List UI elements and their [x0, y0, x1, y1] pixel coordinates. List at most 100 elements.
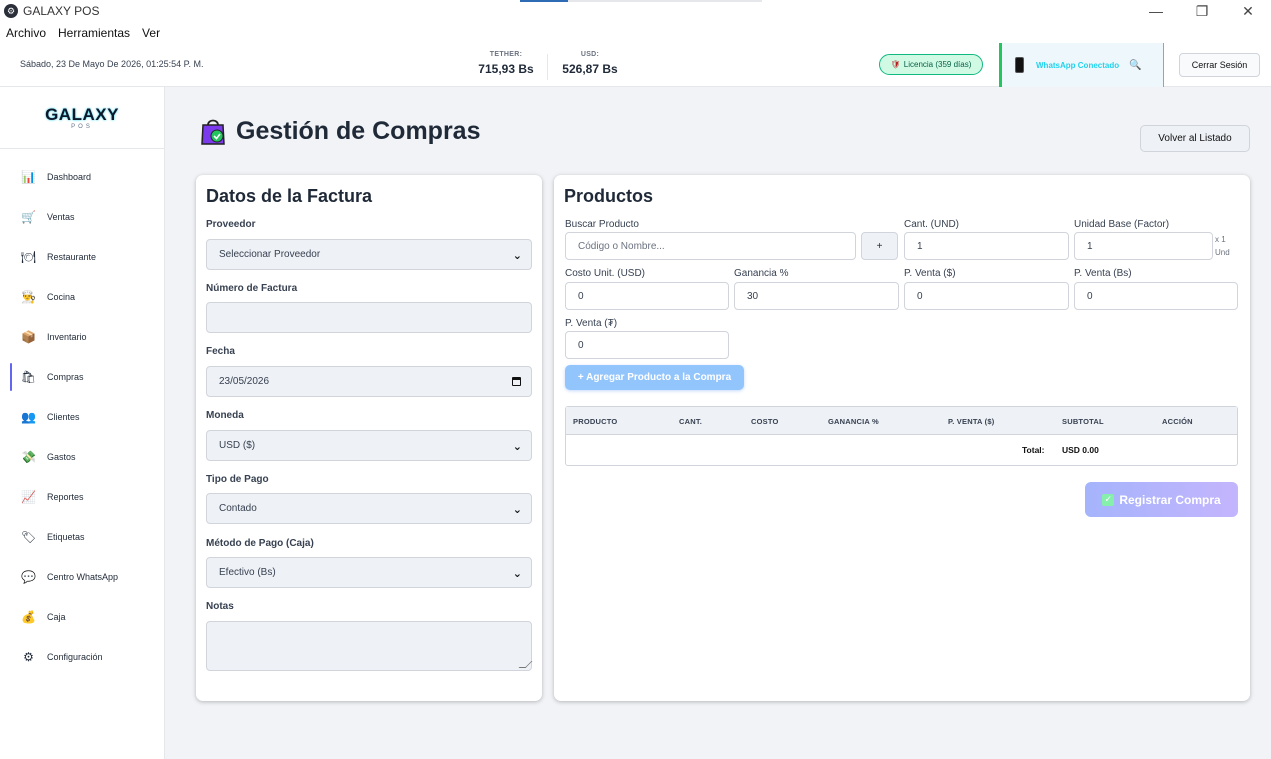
- products-title: Productos: [564, 186, 654, 206]
- maximize-button[interactable]: ❐: [1179, 0, 1225, 22]
- date-field[interactable]: 23/05/2026: [206, 366, 532, 397]
- whatsapp-status-text: WhatsApp Conectado: [1036, 60, 1120, 70]
- chevron-down-icon: ⌄: [512, 250, 522, 262]
- notes-textarea[interactable]: [206, 621, 533, 671]
- product-search-input[interactable]: Código o Nombre...: [565, 232, 856, 260]
- tether-value: 715,93 Bs: [478, 62, 534, 76]
- sidebar-item-ventas[interactable]: 🛒 Ventas: [0, 197, 164, 237]
- payment-method-value: Efectivo (Bs): [219, 567, 276, 578]
- unit-suffix: x 1 Und: [1215, 233, 1230, 259]
- title-bar: ⚙ GALAXY POS — ❐ ✕: [0, 0, 1271, 22]
- chevron-down-icon: ⌄: [512, 568, 522, 580]
- add-new-product-button[interactable]: +: [861, 232, 898, 260]
- payment-method-label: Método de Pago (Caja): [206, 538, 314, 549]
- chat-icon: 💬: [21, 570, 36, 584]
- menu-bar: Archivo Herramientas Ver: [0, 22, 1271, 44]
- app-icon: ⚙: [4, 4, 18, 18]
- sidebar-item-restaurante[interactable]: 🍽 Restaurante: [0, 237, 164, 277]
- sidebar-nav: 📊 Dashboard 🛒 Ventas 🍽 Restaurante 👨‍🍳 Cocin…: [0, 149, 164, 677]
- money-bag-icon: 💰: [21, 610, 36, 624]
- sidebar-item-label: Reportes: [47, 492, 84, 502]
- cost-input[interactable]: 0: [565, 282, 729, 310]
- currency-select[interactable]: USD ($) ⌄: [206, 430, 532, 461]
- usd-value: 526,87 Bs: [562, 62, 618, 76]
- close-button[interactable]: ✕: [1225, 0, 1271, 22]
- price-bs-input[interactable]: 0: [1074, 282, 1238, 310]
- base-unit-input[interactable]: 1: [1074, 232, 1213, 260]
- current-datetime: Sábado, 23 De Mayo De 2026, 01:25:54 P. …: [20, 59, 204, 69]
- sidebar-item-label: Compras: [47, 372, 84, 382]
- page-header: Gestión de Compras: [198, 116, 481, 146]
- sidebar-item-label: Cocina: [47, 292, 76, 302]
- supplier-value: Seleccionar Proveedor: [219, 249, 321, 260]
- chevron-down-icon: ⌄: [512, 504, 522, 516]
- supplier-select[interactable]: Seleccionar Proveedor ⌄: [206, 239, 532, 270]
- qty-input[interactable]: 1: [904, 232, 1069, 260]
- menu-herramientas[interactable]: Herramientas: [58, 26, 130, 40]
- phone-icon: [1015, 57, 1024, 73]
- payment-type-value: Contado: [219, 503, 257, 514]
- col-header: GANANCIA %: [828, 417, 879, 426]
- minimize-button[interactable]: —: [1133, 0, 1179, 22]
- sidebar-item-label: Gastos: [47, 452, 76, 462]
- resize-handle[interactable]: [518, 661, 533, 668]
- table-footer: Total: USD 0.00: [566, 435, 1237, 465]
- sidebar-item-centro-whatsapp[interactable]: 💬 Centro WhatsApp: [0, 557, 164, 597]
- payment-method-select[interactable]: Efectivo (Bs) ⌄: [206, 557, 532, 588]
- sidebar-item-label: Configuración: [47, 652, 103, 662]
- price-bs-label: P. Venta (Bs): [1074, 268, 1132, 279]
- chart-icon: 📊: [21, 170, 36, 184]
- profit-input[interactable]: 30: [734, 282, 899, 310]
- menu-ver[interactable]: Ver: [142, 26, 160, 40]
- qty-label: Cant. (UND): [904, 219, 960, 230]
- money-icon: 💸: [21, 450, 36, 464]
- menu-archivo[interactable]: Archivo: [6, 26, 46, 40]
- price-usd-input[interactable]: 0: [904, 282, 1069, 310]
- invoice-number-field[interactable]: [206, 302, 532, 333]
- col-header: COSTO: [751, 417, 779, 426]
- usd-label: USD:: [580, 51, 600, 58]
- sidebar-item-etiquetas[interactable]: 🏷 Etiquetas: [0, 517, 164, 557]
- invoice-number-label: Número de Factura: [206, 283, 298, 294]
- total-label: Total:: [1022, 445, 1045, 455]
- usd-rate: USD: 526,87 Bs: [560, 51, 620, 76]
- calendar-icon[interactable]: [512, 377, 521, 386]
- license-badge: 🛡 Licencia (359 días): [879, 54, 983, 75]
- register-purchase-button[interactable]: ✓ Registrar Compra: [1085, 482, 1238, 517]
- sidebar-item-label: Restaurante: [47, 252, 97, 262]
- sidebar-item-compras[interactable]: 🛍 Compras: [0, 357, 164, 397]
- sidebar-item-configuracion[interactable]: ⚙ Configuración: [0, 637, 164, 677]
- sidebar-item-dashboard[interactable]: 📊 Dashboard: [0, 157, 164, 197]
- sidebar-item-label: Dashboard: [47, 172, 92, 182]
- unit-suffix-factor: x 1: [1215, 235, 1226, 244]
- info-bar: Sábado, 23 De Mayo De 2026, 01:25:54 P. …: [0, 43, 1271, 87]
- chevron-down-icon: ⌄: [512, 441, 522, 453]
- check-icon: ✓: [1102, 493, 1115, 506]
- whatsapp-status[interactable]: WhatsApp Conectado 🔍: [999, 43, 1164, 87]
- box-icon: 📦: [21, 330, 36, 344]
- sidebar-item-reportes[interactable]: 📈 Reportes: [0, 477, 164, 517]
- col-header: SUBTOTAL: [1062, 417, 1104, 426]
- table-header: PRODUCTO CANT. COSTO GANANCIA % P. VENTA…: [566, 407, 1237, 435]
- search-icon[interactable]: 🔍: [1129, 60, 1141, 71]
- supplier-label: Proveedor: [206, 219, 256, 230]
- sidebar-item-clientes[interactable]: 👥 Clientes: [0, 397, 164, 437]
- total-value: USD 0.00: [1062, 445, 1099, 455]
- price-other-input[interactable]: 0: [565, 331, 729, 359]
- logo: GALAXY POS: [0, 87, 164, 149]
- payment-type-label: Tipo de Pago: [206, 474, 269, 485]
- logout-button[interactable]: Cerrar Sesión: [1179, 53, 1260, 77]
- sidebar-item-gastos[interactable]: 💸 Gastos: [0, 437, 164, 477]
- add-product-button[interactable]: + Agregar Producto a la Compra: [565, 365, 744, 390]
- logo-main: GALAXY: [45, 105, 119, 124]
- tether-label: TETHER:: [489, 51, 523, 58]
- back-to-list-button[interactable]: Volver al Listado: [1140, 125, 1250, 152]
- payment-type-select[interactable]: Contado ⌄: [206, 493, 532, 524]
- rate-divider: [547, 54, 548, 80]
- sidebar-item-inventario[interactable]: 📦 Inventario: [0, 317, 164, 357]
- sidebar-item-caja[interactable]: 💰 Caja: [0, 597, 164, 637]
- sidebar-item-cocina[interactable]: 👨‍🍳 Cocina: [0, 277, 164, 317]
- col-header: P. VENTA ($): [948, 417, 995, 426]
- page-title: Gestión de Compras: [236, 116, 481, 145]
- sidebar-item-label: Caja: [47, 612, 66, 622]
